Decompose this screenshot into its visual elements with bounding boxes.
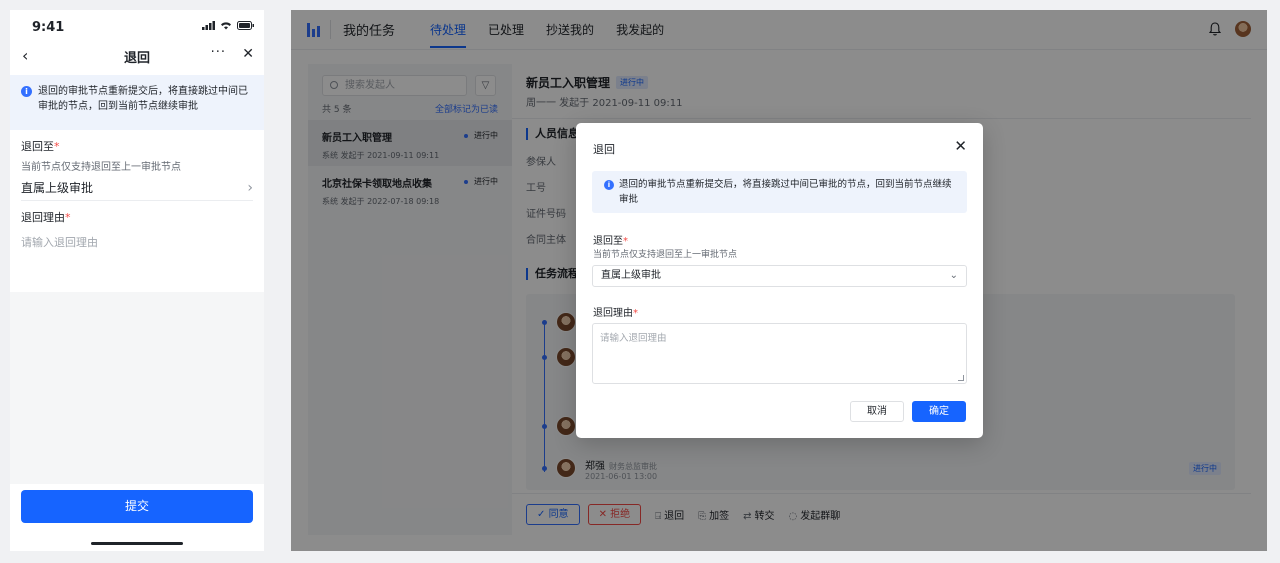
- return-to-value: 直属上级审批: [21, 181, 94, 195]
- info-icon: i: [604, 180, 614, 190]
- required-mark: *: [623, 236, 628, 247]
- footer: 提交: [10, 484, 264, 551]
- status-bar: 9:41: [10, 10, 264, 42]
- cancel-button[interactable]: 取消: [850, 401, 904, 422]
- return-notice: i 退回的审批节点重新提交后，将直接跳过中间已审批的节点，回到当前节点继续审批: [10, 75, 264, 130]
- return-to-hint: 当前节点仅支持退回至上一审批节点: [21, 162, 181, 173]
- return-dialog: 退回 ✕ i 退回的审批节点重新提交后，将直接跳过中间已审批的节点，回到当前节点…: [576, 123, 983, 438]
- return-form: 退回至* 当前节点仅支持退回至上一审批节点 直属上级审批 › 退回理由* 请输入…: [10, 130, 264, 296]
- info-icon: i: [21, 86, 32, 97]
- reason-label: 退回理由: [21, 211, 65, 224]
- more-icon[interactable]: ···: [211, 45, 226, 60]
- battery-icon: [237, 21, 254, 30]
- reason-input[interactable]: 请输入退回理由: [21, 234, 253, 250]
- return-notice: i 退回的审批节点重新提交后，将直接跳过中间已审批的节点，回到当前节点继续审批: [592, 171, 967, 213]
- chevron-right-icon: ›: [247, 179, 253, 196]
- return-to-hint: 当前节点仅支持退回至上一审批节点: [593, 250, 738, 260]
- return-to-label: 退回至: [593, 236, 623, 247]
- notice-text: 退回的审批节点重新提交后，将直接跳过中间已审批的节点，回到当前节点继续审批: [619, 179, 952, 205]
- confirm-button[interactable]: 确定: [912, 401, 966, 422]
- required-mark: *: [65, 211, 71, 224]
- resize-handle-icon[interactable]: [958, 375, 964, 381]
- reason-textarea[interactable]: 请输入退回理由: [592, 323, 967, 384]
- signal-icon: [202, 21, 215, 30]
- nav-bar: ‹ 退回 ··· ✕: [10, 42, 264, 70]
- close-icon[interactable]: ✕: [954, 137, 967, 155]
- notice-text: 退回的审批节点重新提交后，将直接跳过中间已审批的节点，回到当前节点继续审批: [38, 86, 248, 112]
- reason-label: 退回理由: [593, 308, 633, 319]
- mobile-screen: 9:41 ‹ 退回 ··· ✕ i 退回的审批节点重新提交后，将直接跳过中间已审…: [10, 10, 264, 551]
- submit-button[interactable]: 提交: [21, 490, 253, 523]
- close-icon[interactable]: ✕: [242, 46, 254, 62]
- return-to-select[interactable]: 直属上级审批 ›: [21, 175, 253, 201]
- required-mark: *: [54, 140, 60, 153]
- return-to-select[interactable]: 直属上级审批 ⌄: [592, 265, 967, 287]
- return-to-label: 退回至: [21, 140, 54, 153]
- chevron-down-icon: ⌄: [949, 270, 958, 281]
- return-to-value: 直属上级审批: [601, 270, 661, 281]
- status-time: 9:41: [32, 20, 65, 35]
- home-indicator: [91, 542, 183, 545]
- wifi-icon: [221, 22, 231, 30]
- required-mark: *: [633, 308, 638, 319]
- dialog-title: 退回: [593, 143, 615, 156]
